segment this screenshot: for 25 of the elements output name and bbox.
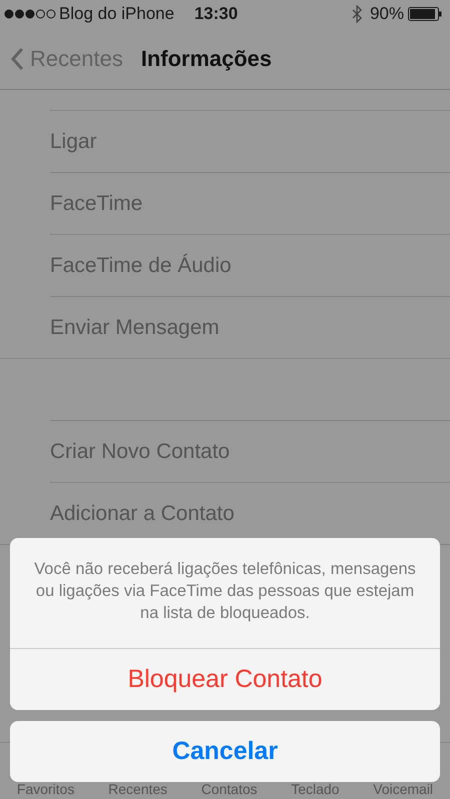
battery-percentage: 90% — [370, 4, 404, 24]
carrier-name: Blog do iPhone — [59, 4, 174, 24]
list-row[interactable]: Ligar — [50, 110, 450, 172]
row-label: FaceTime de Áudio — [50, 254, 232, 278]
row-label: Criar Novo Contato — [50, 440, 230, 464]
status-time: 13:30 — [194, 4, 239, 24]
row-label: Enviar Mensagem — [50, 316, 220, 340]
list-row[interactable]: FaceTime de Áudio — [50, 234, 450, 296]
cancel-button[interactable]: Cancelar — [10, 721, 440, 782]
tab-label[interactable]: Voicemail — [373, 781, 434, 797]
list-row[interactable]: Criar Novo Contato — [50, 420, 450, 482]
signal-icon — [4, 9, 56, 19]
battery-icon — [408, 7, 442, 21]
row-label: Adicionar a Contato — [50, 502, 234, 526]
tab-label[interactable]: Favoritos — [16, 781, 74, 797]
chevron-left-icon — [10, 46, 24, 70]
list-row[interactable]: FaceTime — [50, 172, 450, 234]
list-row[interactable]: Enviar Mensagem — [50, 296, 450, 358]
bluetooth-icon — [352, 5, 362, 23]
row-label: FaceTime — [50, 192, 143, 216]
row-label: Ligar — [50, 130, 97, 154]
tab-label[interactable]: Contatos — [201, 781, 258, 797]
nav-title: Informações — [140, 46, 272, 72]
tab-label[interactable]: Teclado — [291, 781, 340, 797]
tab-label[interactable]: Recentes — [108, 781, 168, 797]
